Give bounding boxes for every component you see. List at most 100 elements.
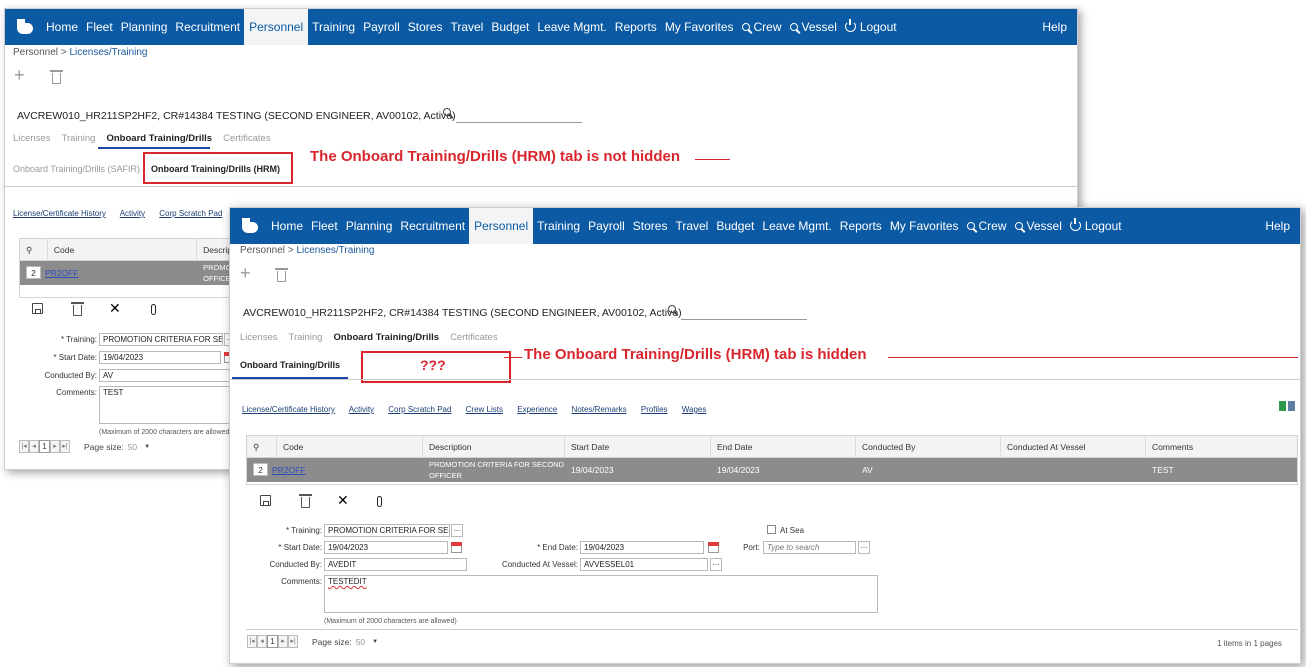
col-conducted-by[interactable]: Conducted By	[856, 436, 1001, 457]
tab-certificates[interactable]: Certificates	[223, 133, 271, 144]
start-date-field[interactable]: 19/04/2023	[324, 541, 448, 554]
nav-stores[interactable]: Stores	[629, 208, 672, 244]
nav-payroll[interactable]: Payroll	[584, 208, 629, 244]
nav-vessel-search[interactable]: Vessel	[1011, 208, 1066, 244]
breadcrumb-root[interactable]: Personnel	[240, 245, 285, 256]
col-description[interactable]: Description	[423, 436, 565, 457]
nav-planning[interactable]: Planning	[342, 208, 397, 244]
calendar-icon[interactable]	[451, 542, 462, 553]
next-page-button[interactable]: ▸	[50, 440, 60, 453]
delete-icon[interactable]	[50, 70, 63, 84]
training-field[interactable]: PROMOTION CRITERIA FOR SECC	[99, 333, 223, 346]
col-code[interactable]: Code	[48, 239, 198, 260]
add-icon[interactable]: +	[14, 65, 25, 86]
nav-training[interactable]: Training	[308, 9, 359, 45]
nav-fleet[interactable]: Fleet	[307, 208, 342, 244]
row-code-link[interactable]: PR2OFF	[272, 465, 306, 475]
delete-row-icon[interactable]	[299, 494, 312, 508]
delete-icon[interactable]	[275, 268, 288, 282]
nav-budget[interactable]: Budget	[712, 208, 758, 244]
port-lookup-button[interactable]: ...	[858, 541, 870, 554]
page-size-value[interactable]: 50	[356, 637, 365, 647]
link-scratch-pad[interactable]: Corp Scratch Pad	[159, 209, 222, 218]
next-page-button[interactable]: ▸	[278, 635, 288, 648]
link-scratch-pad[interactable]: Corp Scratch Pad	[388, 405, 451, 414]
close-icon[interactable]: ✕	[109, 300, 121, 317]
page-size-value[interactable]: 50	[128, 442, 137, 452]
tab-onboard-training[interactable]: Onboard Training/Drills	[333, 332, 439, 343]
training-lookup-button[interactable]: ...	[451, 524, 463, 537]
attachment-icon[interactable]	[377, 496, 382, 507]
nav-travel[interactable]: Travel	[446, 9, 487, 45]
tab-training[interactable]: Training	[289, 332, 323, 343]
nav-planning[interactable]: Planning	[117, 9, 172, 45]
comments-field[interactable]: TEST	[99, 386, 249, 424]
start-date-field[interactable]: 19/04/2023	[99, 351, 221, 364]
nav-leave-mgmt[interactable]: Leave Mgmt.	[533, 9, 610, 45]
nav-home[interactable]: Home	[42, 9, 82, 45]
nav-reports[interactable]: Reports	[611, 9, 661, 45]
port-search-input[interactable]: Type to search	[763, 541, 856, 554]
nav-recruitment[interactable]: Recruitment	[171, 9, 244, 45]
link-license-history[interactable]: License/Certificate History	[242, 405, 335, 414]
page-number[interactable]: 1	[39, 440, 50, 453]
nav-fleet[interactable]: Fleet	[82, 9, 117, 45]
col-comments[interactable]: Comments	[1146, 436, 1297, 457]
tab-onboard-training[interactable]: Onboard Training/Drills	[106, 133, 212, 144]
end-date-field[interactable]: 19/04/2023	[580, 541, 704, 554]
prev-page-button[interactable]: ◂	[29, 440, 39, 453]
nav-budget[interactable]: Budget	[487, 9, 533, 45]
first-page-button[interactable]: |◂	[19, 440, 29, 453]
training-field[interactable]: PROMOTION CRITERIA FOR SECC	[324, 524, 450, 537]
nav-training[interactable]: Training	[533, 208, 584, 244]
nav-help[interactable]: Help	[1261, 208, 1300, 244]
comments-field[interactable]: TESTEDIT	[324, 575, 878, 613]
row-code-link[interactable]: PR2OFF	[45, 268, 79, 278]
add-icon[interactable]: +	[240, 263, 251, 284]
link-experience[interactable]: Experience	[517, 405, 557, 414]
vessel-lookup-button[interactable]: ...	[710, 558, 722, 571]
subtab-safir[interactable]: Onboard Training/Drills (SAFIR)	[13, 164, 140, 174]
nav-vessel-search[interactable]: Vessel	[786, 9, 841, 45]
nav-personnel[interactable]: Personnel	[469, 208, 534, 244]
last-page-button[interactable]: ▸|	[288, 635, 298, 648]
nav-leave-mgmt[interactable]: Leave Mgmt.	[758, 208, 835, 244]
nav-my-favorites[interactable]: My Favorites	[886, 208, 963, 244]
tab-certificates[interactable]: Certificates	[450, 332, 498, 343]
breadcrumb-current[interactable]: Licenses/Training	[296, 245, 374, 256]
col-end-date[interactable]: End Date	[711, 436, 856, 457]
nav-recruitment[interactable]: Recruitment	[396, 208, 469, 244]
export-icon[interactable]	[1279, 401, 1286, 411]
nav-travel[interactable]: Travel	[671, 208, 712, 244]
link-notes-remarks[interactable]: Notes/Remarks	[572, 405, 627, 414]
nav-personnel[interactable]: Personnel	[244, 9, 309, 45]
nav-my-favorites[interactable]: My Favorites	[661, 9, 738, 45]
tab-licenses[interactable]: Licenses	[240, 332, 278, 343]
breadcrumb-current[interactable]: Licenses/Training	[69, 47, 147, 58]
delete-row-icon[interactable]	[71, 302, 84, 316]
person-search-input[interactable]	[456, 109, 582, 123]
link-activity[interactable]: Activity	[120, 209, 145, 218]
nav-crew-search[interactable]: Crew	[963, 208, 1011, 244]
person-search-input[interactable]	[681, 306, 807, 320]
at-sea-checkbox[interactable]	[767, 525, 776, 534]
save-icon[interactable]	[32, 303, 43, 314]
chevron-down-icon[interactable]: ▼	[144, 444, 150, 450]
conducted-by-field[interactable]: AVEDIT	[324, 558, 467, 571]
tab-licenses[interactable]: Licenses	[13, 133, 51, 144]
link-activity[interactable]: Activity	[349, 405, 374, 414]
link-license-history[interactable]: License/Certificate History	[13, 209, 106, 218]
table-row[interactable]: 2 PR2OFF PROMOTION CRITERIA FOR SECOND OFF…	[247, 458, 1297, 482]
link-crew-lists[interactable]: Crew Lists	[466, 405, 503, 414]
link-wages[interactable]: Wages	[682, 405, 707, 414]
attachment-icon[interactable]	[151, 304, 156, 315]
col-start-date[interactable]: Start Date	[565, 436, 711, 457]
subtab-onboard-training[interactable]: Onboard Training/Drills	[240, 360, 340, 370]
conducted-by-field[interactable]: AV	[99, 369, 249, 382]
prev-page-button[interactable]: ◂	[257, 635, 267, 648]
nav-stores[interactable]: Stores	[404, 9, 447, 45]
first-page-button[interactable]: |◂	[247, 635, 257, 648]
col-code[interactable]: Code	[277, 436, 423, 457]
document-icon[interactable]	[1288, 401, 1295, 411]
tab-training[interactable]: Training	[62, 133, 96, 144]
